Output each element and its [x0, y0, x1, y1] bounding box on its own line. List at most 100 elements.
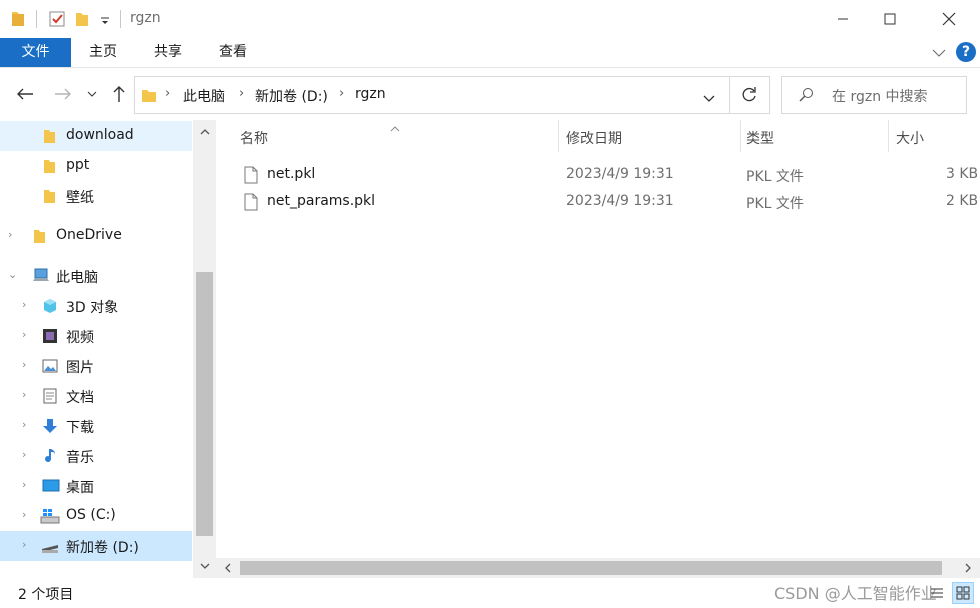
tab-share[interactable]: 共享	[145, 38, 191, 67]
close-button[interactable]	[926, 0, 972, 38]
new-folder-icon[interactable]	[74, 10, 90, 32]
table-row[interactable]: net_params.pkl 2023/4/9 19:31 PKL 文件 2 K…	[216, 189, 980, 216]
chevron-right-icon[interactable]: ›	[165, 86, 170, 101]
column-header-type[interactable]: 类型	[746, 120, 888, 152]
file-type: PKL 文件	[746, 196, 804, 212]
forward-button[interactable]	[50, 81, 76, 107]
up-button[interactable]	[106, 81, 132, 107]
nav-item-label: 壁纸	[66, 190, 94, 206]
chevron-right-icon[interactable]: ›	[22, 358, 26, 371]
scroll-right-icon[interactable]	[956, 558, 980, 578]
recent-locations-button[interactable]	[82, 81, 102, 107]
chevron-right-icon[interactable]: ›	[22, 328, 26, 341]
column-divider[interactable]	[558, 120, 559, 152]
nav-item-videos[interactable]: › 视频	[0, 321, 192, 351]
nav-item-label: 桌面	[66, 480, 94, 496]
chevron-right-icon[interactable]: ›	[22, 478, 26, 491]
chevron-right-icon[interactable]: ›	[339, 86, 344, 101]
chevron-down-icon	[87, 91, 97, 97]
horizontal-scroll-thumb[interactable]	[240, 561, 942, 575]
chevron-right-icon[interactable]: ›	[22, 538, 26, 551]
chevron-right-icon[interactable]: ›	[22, 418, 26, 431]
scroll-up-icon[interactable]	[193, 120, 216, 144]
column-header-size[interactable]: 大小	[896, 120, 976, 152]
nav-item-music[interactable]: › 音乐	[0, 441, 192, 471]
nav-item-label: 音乐	[66, 450, 94, 466]
column-header-name[interactable]: 名称	[240, 120, 558, 152]
customize-dropdown-icon[interactable]	[100, 14, 110, 30]
help-button[interactable]: ?	[956, 42, 976, 62]
nav-item-documents[interactable]: › 文档	[0, 381, 192, 411]
nav-item-label: 图片	[66, 360, 94, 376]
windows-drive-icon	[40, 508, 60, 524]
tab-file[interactable]: 文件	[0, 38, 71, 67]
chevron-right-icon[interactable]: ›	[22, 388, 26, 401]
address-dropdown-icon[interactable]	[703, 91, 715, 107]
address-bar[interactable]: › 此电脑 › 新加卷 (D:) › rgzn	[134, 76, 770, 114]
tab-home[interactable]: 主页	[80, 38, 126, 67]
drive-icon	[40, 538, 58, 554]
maximize-button[interactable]	[867, 0, 913, 38]
chevron-right-icon[interactable]: ›	[22, 448, 26, 461]
computer-icon	[32, 268, 49, 284]
nav-item-drive-c[interactable]: › OS (C:)	[0, 501, 192, 531]
table-row[interactable]: net.pkl 2023/4/9 19:31 PKL 文件 3 KB	[216, 162, 980, 189]
chevron-right-icon[interactable]: ›	[239, 86, 244, 101]
expand-ribbon-icon[interactable]	[932, 46, 946, 62]
file-icon	[244, 193, 258, 215]
nav-item-desktop[interactable]: › 桌面	[0, 471, 192, 501]
refresh-icon	[742, 87, 756, 102]
watermark: CSDN @人工智能作业	[774, 584, 937, 603]
item-count: 2 个项目	[18, 587, 74, 603]
maximize-icon	[884, 13, 896, 25]
chevron-right-icon[interactable]: ›	[8, 228, 12, 241]
nav-item-ppt[interactable]: ppt	[0, 151, 192, 181]
nav-item-download[interactable]: download	[0, 121, 192, 151]
nav-item-label: 视频	[66, 330, 94, 346]
column-header-date[interactable]: 修改日期	[566, 120, 740, 152]
file-date: 2023/4/9 19:31	[566, 193, 674, 209]
nav-item-label: 新加卷 (D:)	[66, 540, 139, 556]
nav-item-pictures[interactable]: › 图片	[0, 351, 192, 381]
minimize-icon	[838, 18, 848, 20]
nav-scroll-thumb[interactable]	[196, 272, 213, 536]
refresh-button[interactable]	[740, 86, 758, 108]
search-icon	[798, 87, 814, 107]
close-icon	[942, 12, 956, 26]
tab-view[interactable]: 查看	[210, 38, 256, 67]
chevron-down-icon[interactable]: ⌄	[8, 268, 17, 281]
large-icons-view-icon	[956, 586, 970, 600]
details-view-button[interactable]	[926, 582, 948, 604]
scroll-down-icon[interactable]	[193, 554, 216, 578]
column-divider[interactable]	[888, 120, 889, 152]
minimize-button[interactable]	[820, 0, 866, 38]
nav-item-this-pc[interactable]: ⌄ 此电脑	[0, 261, 192, 291]
nav-scrollbar[interactable]	[193, 120, 216, 578]
breadcrumb-drive-d[interactable]: 新加卷 (D:)	[255, 86, 328, 106]
folder-icon	[32, 228, 48, 244]
nav-item-drive-d[interactable]: › 新加卷 (D:)	[0, 531, 192, 561]
nav-item-wallpaper[interactable]: 壁纸	[0, 181, 192, 211]
search-input[interactable]: 在 rgzn 中搜索	[832, 86, 928, 106]
music-note-icon	[42, 448, 58, 464]
horizontal-scrollbar[interactable]	[216, 558, 980, 578]
nav-item-label: 3D 对象	[66, 300, 119, 316]
breadcrumb-rgzn[interactable]: rgzn	[355, 86, 386, 102]
breadcrumb-this-pc[interactable]: 此电脑	[183, 86, 225, 106]
folder-icon	[10, 10, 26, 32]
file-name: net_params.pkl	[267, 193, 376, 209]
search-box[interactable]: 在 rgzn 中搜索	[781, 76, 967, 114]
column-divider[interactable]	[740, 120, 741, 152]
chevron-right-icon[interactable]: ›	[22, 298, 26, 311]
back-button[interactable]	[12, 81, 38, 107]
chevron-right-icon[interactable]: ›	[22, 508, 26, 521]
nav-item-3d-objects[interactable]: › 3D 对象	[0, 291, 192, 321]
nav-item-downloads[interactable]: › 下载	[0, 411, 192, 441]
file-date: 2023/4/9 19:31	[566, 166, 674, 182]
scroll-left-icon[interactable]	[216, 558, 240, 578]
properties-icon[interactable]	[48, 10, 66, 32]
ribbon: 文件 主页 共享 查看 ?	[0, 38, 980, 68]
file-icon	[244, 166, 258, 188]
large-icons-view-button[interactable]	[952, 582, 974, 604]
nav-item-onedrive[interactable]: › OneDrive	[0, 221, 192, 251]
